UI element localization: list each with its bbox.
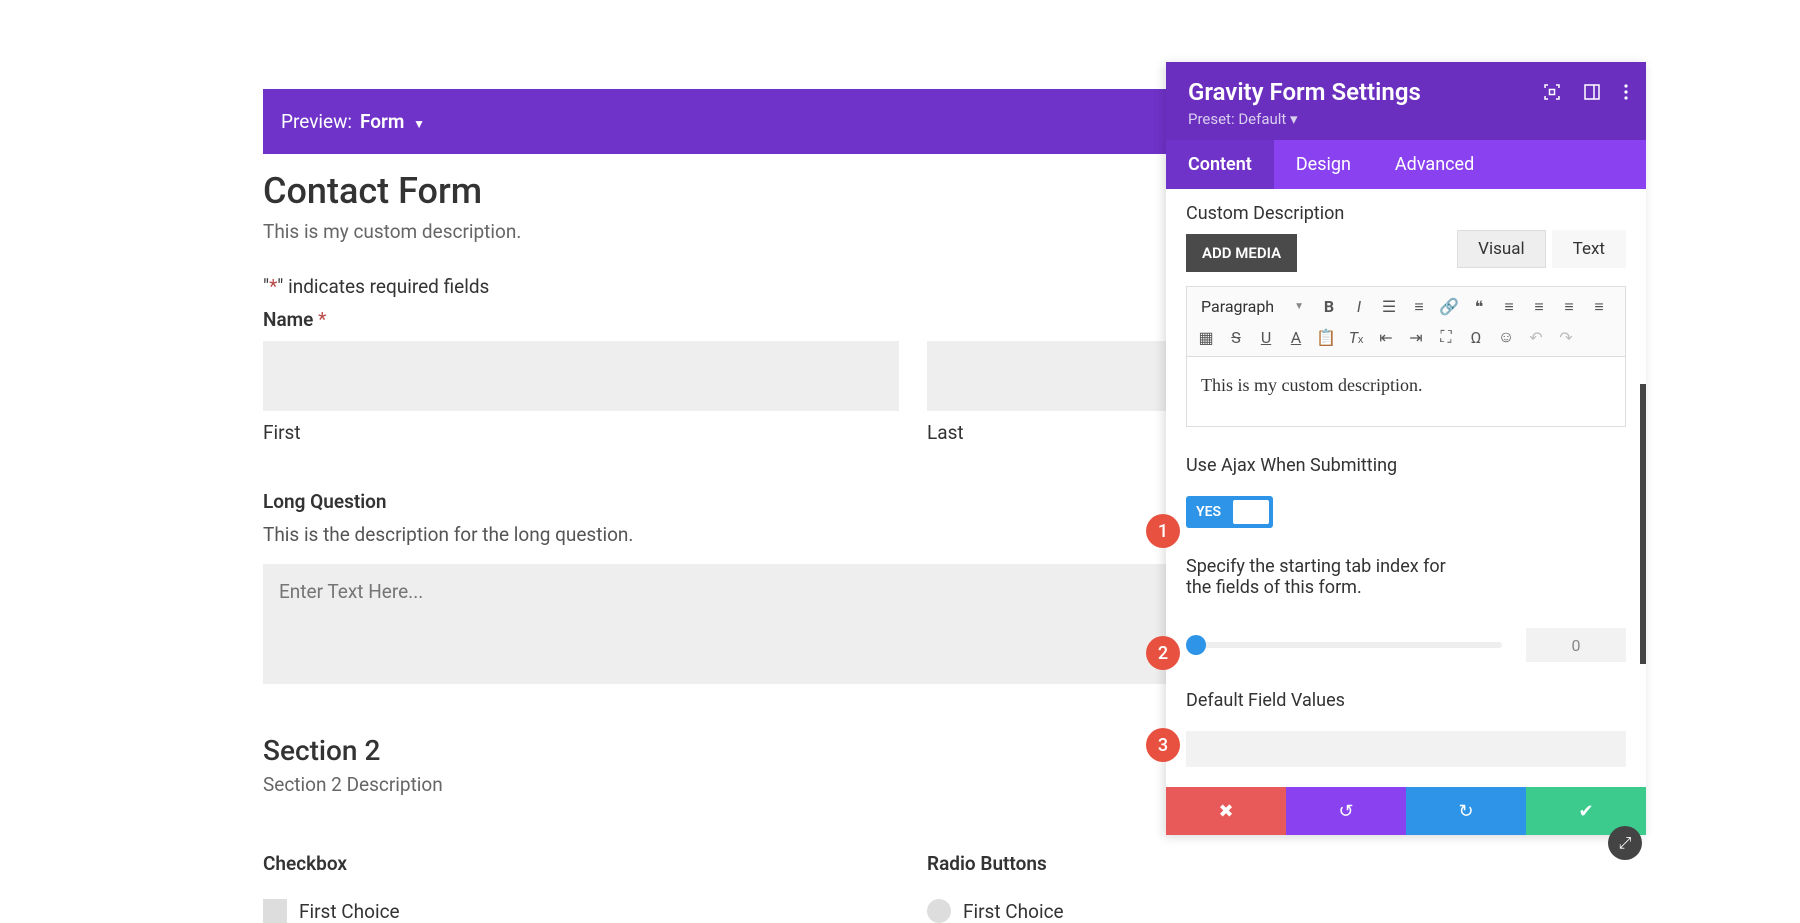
indent-icon[interactable]: ⇥ [1403, 324, 1429, 350]
align-left-icon[interactable]: ≡ [1496, 294, 1522, 320]
expand-fab[interactable]: ⤢ [1608, 826, 1642, 860]
number-list-icon[interactable]: ≡ [1406, 294, 1432, 320]
redo-button[interactable]: ↻ [1406, 787, 1526, 835]
first-name-input[interactable] [263, 341, 899, 411]
special-char-icon[interactable]: Ω [1463, 324, 1489, 350]
badge-2: 2 [1146, 636, 1180, 670]
settings-tabs: Content Design Advanced [1166, 140, 1646, 189]
editor-tab-visual[interactable]: Visual [1457, 230, 1545, 268]
slider-thumb[interactable] [1186, 635, 1206, 655]
add-media-button[interactable]: ADD MEDIA [1186, 234, 1297, 272]
tabindex-label: Specify the starting tab index for the f… [1186, 556, 1446, 598]
preview-label: Preview: [281, 110, 352, 133]
tabindex-value-input[interactable] [1526, 628, 1626, 662]
radio-icon [927, 899, 951, 923]
outdent-icon[interactable]: ⇤ [1373, 324, 1399, 350]
toggle-knob [1233, 500, 1269, 524]
ajax-label: Use Ajax When Submitting [1186, 455, 1626, 476]
preview-mode-select[interactable]: Form ▼ [360, 110, 425, 133]
panel-layout-icon[interactable] [1584, 84, 1600, 100]
underline-icon[interactable]: U [1253, 324, 1279, 350]
italic-icon[interactable]: I [1346, 294, 1372, 320]
table-icon[interactable]: ▦ [1193, 324, 1219, 350]
fullscreen-icon[interactable]: ⛶ [1433, 324, 1459, 350]
editor-toolbar: Paragraph▼ B I ☰ ≡ 🔗 ❝ ≡ ≡ ≡ ≡ ▦ S U A 📋… [1186, 286, 1626, 357]
align-center-icon[interactable]: ≡ [1526, 294, 1552, 320]
text-color-icon[interactable]: A [1283, 324, 1309, 350]
quote-icon[interactable]: ❝ [1466, 294, 1492, 320]
focus-icon[interactable] [1544, 84, 1560, 100]
editor-tab-text[interactable]: Text [1552, 230, 1626, 268]
clear-format-icon[interactable]: Tₓ [1343, 324, 1369, 350]
bold-icon[interactable]: B [1316, 294, 1342, 320]
paste-icon[interactable]: 📋 [1313, 324, 1339, 350]
scrollbar[interactable] [1640, 384, 1646, 664]
align-justify-icon[interactable]: ≡ [1586, 294, 1612, 320]
undo-button[interactable]: ↺ [1286, 787, 1406, 835]
strikethrough-icon[interactable]: S [1223, 324, 1249, 350]
settings-panel: Gravity Form Settings Preset: Default ▾ … [1166, 62, 1646, 835]
undo-icon[interactable]: ↶ [1523, 324, 1549, 350]
tab-design[interactable]: Design [1274, 140, 1373, 189]
tab-content[interactable]: Content [1166, 140, 1274, 189]
link-icon[interactable]: 🔗 [1436, 294, 1462, 320]
checkbox-icon [263, 899, 287, 923]
redo-icon[interactable]: ↷ [1553, 324, 1579, 350]
bullet-list-icon[interactable]: ☰ [1376, 294, 1402, 320]
radio-choice-1[interactable]: First Choice [927, 899, 1563, 923]
badge-3: 3 [1146, 728, 1180, 762]
custom-description-label: Custom Description [1186, 203, 1626, 224]
preview-mode-text: Form [360, 110, 404, 133]
tabindex-slider[interactable] [1186, 642, 1502, 648]
more-icon[interactable] [1624, 84, 1628, 100]
caret-down-icon: ▼ [413, 117, 425, 131]
panel-body: Custom Description ADD MEDIA Visual Text… [1166, 189, 1646, 787]
radio-field-label: Radio Buttons [927, 852, 1563, 875]
first-sublabel: First [263, 421, 899, 444]
ajax-toggle[interactable]: YES [1186, 496, 1273, 528]
default-values-label: Default Field Values [1186, 690, 1626, 711]
panel-footer: ✖ ↺ ↻ ✔ [1166, 787, 1646, 835]
checkbox-choice-1[interactable]: First Choice [263, 899, 899, 923]
default-values-input[interactable] [1186, 731, 1626, 767]
paragraph-select[interactable]: Paragraph▼ [1193, 293, 1312, 320]
tab-advanced[interactable]: Advanced [1373, 140, 1496, 189]
caret-down-icon: ▼ [1294, 301, 1304, 312]
editor-content[interactable]: This is my custom description. [1186, 357, 1626, 427]
badge-1: 1 [1146, 514, 1180, 548]
preset-select[interactable]: Preset: Default ▾ [1188, 110, 1624, 128]
panel-header: Gravity Form Settings Preset: Default ▾ [1166, 62, 1646, 140]
emoji-icon[interactable]: ☺ [1493, 324, 1519, 350]
checkbox-field-label: Checkbox [263, 852, 899, 875]
cancel-button[interactable]: ✖ [1166, 787, 1286, 835]
align-right-icon[interactable]: ≡ [1556, 294, 1582, 320]
